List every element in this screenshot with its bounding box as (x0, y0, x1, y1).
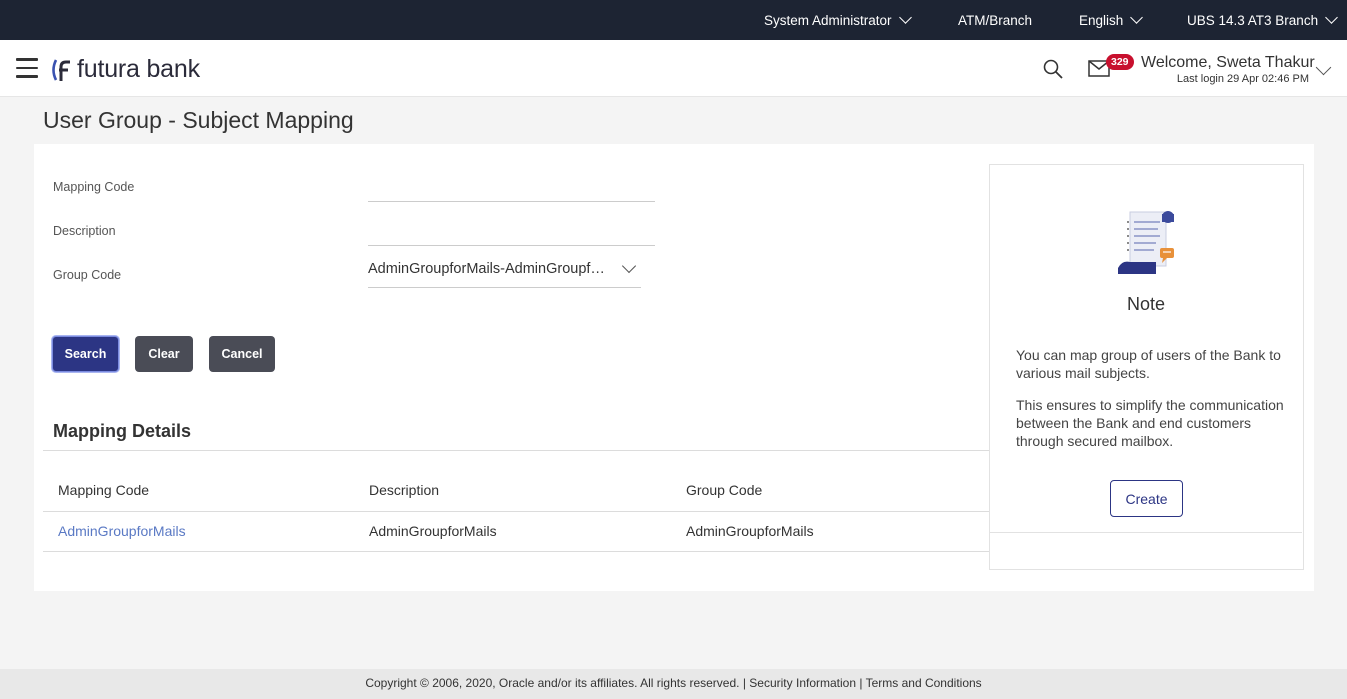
branch-dropdown[interactable]: UBS 14.3 AT3 Branch (1187, 11, 1338, 28)
column-header-mapping-code: Mapping Code (58, 482, 150, 498)
chevron-down-icon[interactable] (1315, 59, 1332, 76)
note-title: Note (1126, 294, 1166, 314)
group-code-select[interactable]: AdminGroupforMails-AdminGroupforMails (368, 256, 641, 288)
search-button[interactable]: Search (52, 336, 119, 372)
atm-branch-label: ATM/Branch (958, 13, 1033, 28)
note-text: This ensures to simplify the communicati… (1016, 397, 1284, 449)
note-illustration (1118, 211, 1174, 274)
divider (43, 551, 989, 552)
column-header-description: Description (369, 482, 440, 498)
bank-logo-mark (52, 58, 70, 81)
divider (43, 511, 989, 512)
description-input[interactable] (368, 222, 655, 246)
section-title: Mapping Details (53, 421, 192, 441)
divider (43, 450, 989, 451)
brand-name: futura bank (77, 55, 200, 83)
last-login-text: Last login 29 Apr 02:46 PM (1176, 73, 1309, 85)
hamburger-icon[interactable] (16, 58, 38, 78)
language-dropdown[interactable]: English (1079, 11, 1144, 28)
mail-count-badge: 329 (1106, 54, 1134, 70)
mapping-code-input[interactable] (368, 178, 655, 202)
role-dropdown[interactable]: System Administrator (764, 11, 912, 28)
chevron-down-icon (1130, 11, 1144, 24)
atm-branch-link[interactable]: ATM/Branch (958, 13, 1032, 28)
mapping-code-label: Mapping Code (53, 180, 135, 194)
terms-and-conditions-link[interactable]: Terms and Conditions (866, 676, 982, 690)
clear-button[interactable]: Clear (135, 336, 193, 372)
copyright-text: Copyright © 2006, 2020, Oracle and/or it… (365, 676, 740, 690)
app-header: futura bank 329 Welcome, Sweta Thakur La… (0, 40, 1347, 97)
chevron-down-icon (1325, 11, 1338, 24)
chevron-down-icon (898, 11, 912, 24)
table-cell-description: AdminGroupforMails (369, 523, 497, 539)
welcome-text: Welcome, Sweta Thakur (1141, 54, 1315, 71)
role-label: System Administrator (764, 13, 892, 28)
page-title: User Group - Subject Mapping (43, 107, 354, 133)
column-header-group-code: Group Code (686, 482, 763, 498)
group-code-value: AdminGroupforMails-AdminGroupforMails (368, 261, 611, 277)
create-button[interactable]: Create (1110, 480, 1183, 517)
bank-logo[interactable]: futura bank (50, 55, 200, 84)
footer-separator: | (859, 676, 863, 690)
footer: Copyright © 2006, 2020, Oracle and/or it… (0, 669, 1347, 699)
branch-label: UBS 14.3 AT3 Branch (1187, 13, 1319, 28)
footer-separator: | (742, 676, 746, 690)
cancel-button[interactable]: Cancel (209, 336, 275, 372)
description-label: Description (53, 224, 116, 238)
note-text: You can map group of users of the Bank t… (1016, 347, 1281, 381)
search-icon[interactable] (1042, 58, 1064, 80)
mapping-code-link[interactable]: AdminGroupforMails (58, 523, 186, 539)
language-label: English (1079, 13, 1124, 28)
group-code-label: Group Code (53, 268, 122, 282)
top-bar: System Administrator ATM/Branch English … (0, 0, 1347, 40)
table-cell-group-code: AdminGroupforMails (686, 523, 814, 539)
security-information-link[interactable]: Security Information (749, 676, 856, 690)
